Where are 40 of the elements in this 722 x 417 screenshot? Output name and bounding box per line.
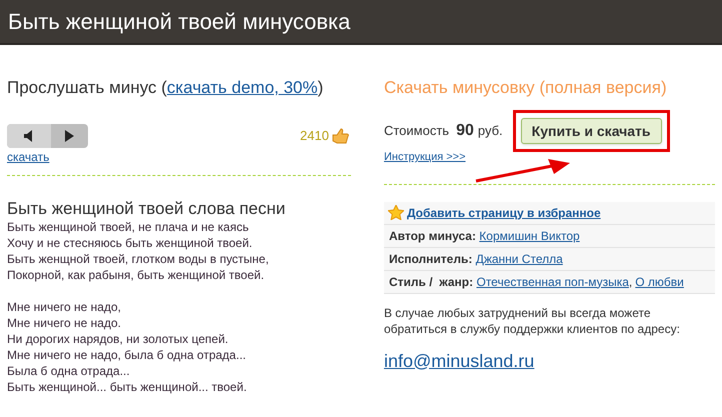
thumbs-up-icon[interactable] xyxy=(330,127,349,145)
lyrics-line: Была б одна отрада... xyxy=(7,363,131,379)
page-title: Быть женщиной твоей минусовка xyxy=(8,8,350,36)
lyrics-line: Мне ничего не надо, была б одна отрада... xyxy=(7,347,247,363)
demo-download-link[interactable]: скачать demo, 30% xyxy=(166,77,318,99)
info-link[interactable]: Джанни Стелла xyxy=(476,250,563,268)
buy-button[interactable]: Купить и скачать xyxy=(520,118,662,144)
paren: ) xyxy=(318,77,324,99)
price: 90 xyxy=(456,121,474,141)
favorite-link[interactable]: Добавить страницу в избранное xyxy=(406,204,601,222)
previous-button[interactable] xyxy=(7,124,51,148)
instruction-link[interactable]: Инструкция >>> xyxy=(384,149,466,166)
lyrics-line: Быть женщиной... быть женщиной... твоей. xyxy=(7,379,248,395)
info-link[interactable]: Отечественная поп-музыка xyxy=(476,272,629,290)
paren: ( xyxy=(161,77,167,99)
support-text: В случае любых затруднений вы всегда можете обратиться в службу поддержки клиентов по адресу: xyxy=(384,304,681,336)
currency: руб. xyxy=(478,122,503,140)
star-icon xyxy=(388,205,404,220)
buy-title: Скачать минусовку (полная версия) xyxy=(384,77,668,99)
lyrics-line: Хочу и не стесняюсь быть женщиной твоей. xyxy=(7,235,254,251)
info-link[interactable]: О любви xyxy=(635,272,684,290)
listen-label: Прослушать минус xyxy=(7,77,158,99)
info-link[interactable]: Кормишин Виктор xyxy=(479,226,580,244)
lyrics-line: Мне ничего не надо, xyxy=(7,299,122,315)
info-label: Исполнитель: xyxy=(388,250,474,268)
lyrics-line: Покорной, как рабыня, быть женщиной твоей. xyxy=(7,267,266,283)
download-link[interactable]: скачать xyxy=(7,148,50,166)
lyrics-title: Быть женщиной твоей слова песни xyxy=(7,199,286,219)
lyrics-line: Ни дорогих нарядов, ни золотых цепей. xyxy=(7,331,230,347)
speaker-icon xyxy=(24,130,34,142)
support-email[interactable]: info@minusland.ru xyxy=(384,348,534,374)
lyrics-line: Мне ничего не надо. xyxy=(7,315,122,331)
info-label: Стиль / жанр: xyxy=(388,274,474,290)
play-icon xyxy=(65,130,74,142)
lyrics-line: Быть женщной твоей, глотком воды в пустыне, xyxy=(7,251,270,267)
like-count: 2410 xyxy=(300,127,329,146)
info-label: Автор минуса: xyxy=(388,228,477,244)
separator: , xyxy=(628,274,632,290)
price-label: Стоимость xyxy=(384,122,450,140)
lyrics-line: Быть женщиной твоей, не плача и не каясь xyxy=(7,219,250,235)
